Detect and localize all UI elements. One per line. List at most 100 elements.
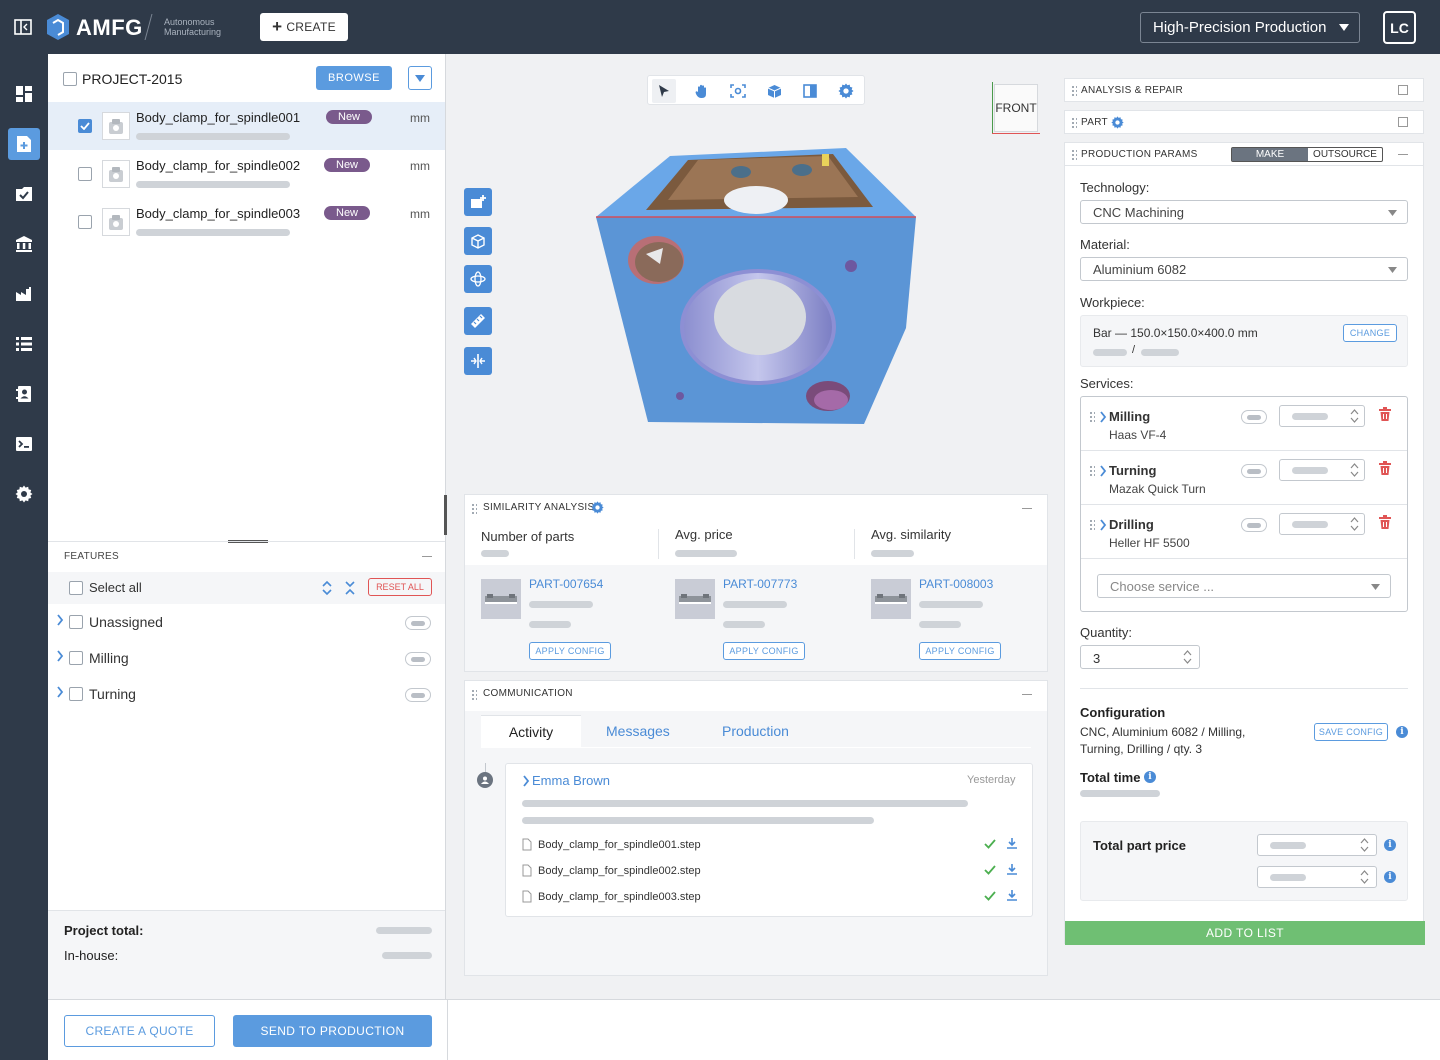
quantity-stepper[interactable]: 3	[1080, 645, 1200, 669]
panel-resize-handle[interactable]	[444, 495, 447, 535]
project-checkbox[interactable]	[63, 72, 77, 86]
service-toggle[interactable]	[1241, 410, 1267, 424]
stepper-arrows-icon[interactable]	[1360, 837, 1369, 853]
collapse-icon[interactable]	[422, 556, 432, 557]
fit-view-icon[interactable]	[726, 79, 750, 103]
price-stepper[interactable]	[1257, 834, 1377, 856]
stepper-arrows-icon[interactable]	[1183, 649, 1192, 665]
drag-handle-icon[interactable]	[471, 689, 477, 700]
gear-icon[interactable]	[1111, 116, 1124, 129]
collapse-icon[interactable]	[1022, 508, 1032, 509]
service-row[interactable]: Drilling Heller HF 5500	[1081, 505, 1407, 559]
user-avatar[interactable]: LC	[1383, 11, 1416, 44]
activity-author[interactable]: Emma Brown	[532, 773, 610, 788]
attached-file[interactable]: Body_clamp_for_spindle001.step	[522, 835, 1022, 857]
part-checkbox[interactable]	[78, 119, 92, 133]
similar-part-id[interactable]: PART-007654	[529, 577, 603, 591]
stepper-arrows-icon[interactable]	[1360, 869, 1369, 885]
service-stepper[interactable]	[1279, 405, 1365, 427]
tab-production[interactable]: Production	[722, 723, 789, 739]
gear-icon[interactable]	[834, 79, 858, 103]
part-row[interactable]: Body_clamp_for_spindle001 New mm	[48, 102, 445, 150]
create-quote-button[interactable]: CREATE A QUOTE	[64, 1015, 215, 1047]
view-cube[interactable]: FRONT	[990, 78, 1040, 134]
factory-icon[interactable]	[8, 278, 40, 310]
collapse-icon[interactable]	[1022, 694, 1032, 695]
ruler-icon[interactable]	[464, 307, 492, 335]
collapse-sidebar-icon[interactable]	[14, 19, 32, 35]
solid-view-icon[interactable]	[762, 79, 786, 103]
gear-icon[interactable]	[8, 478, 40, 510]
part-checkbox[interactable]	[78, 215, 92, 229]
orders-icon[interactable]	[8, 178, 40, 210]
apply-config-button[interactable]: APPLY CONFIG	[529, 642, 611, 660]
info-icon[interactable]: i	[1384, 839, 1396, 851]
project-dropdown-button[interactable]	[408, 66, 432, 90]
outsource-option[interactable]: OUTSOURCE	[1308, 148, 1382, 161]
browse-button[interactable]: BROWSE	[316, 66, 392, 90]
similar-part-id[interactable]: PART-008003	[919, 577, 993, 591]
save-config-button[interactable]: SAVE CONFIG	[1314, 723, 1388, 741]
feature-checkbox[interactable]	[69, 651, 83, 665]
part-row[interactable]: Body_clamp_for_spindle003 New mm	[48, 198, 445, 246]
service-toggle[interactable]	[1241, 518, 1267, 532]
part-3d-model[interactable]	[588, 142, 928, 432]
drag-handle-icon[interactable]	[471, 503, 477, 514]
collapse-icon[interactable]	[1398, 154, 1408, 155]
select-all-checkbox[interactable]	[69, 581, 83, 595]
feature-checkbox[interactable]	[69, 615, 83, 629]
attached-file[interactable]: Body_clamp_for_spindle003.step	[522, 887, 1022, 909]
list-icon[interactable]	[8, 328, 40, 360]
drag-handle-icon[interactable]	[1071, 85, 1077, 96]
feature-checkbox[interactable]	[69, 687, 83, 701]
part-checkbox[interactable]	[78, 167, 92, 181]
similar-part-id[interactable]: PART-007773	[723, 577, 797, 591]
info-icon[interactable]: i	[1144, 771, 1156, 783]
expand-icon[interactable]	[1398, 117, 1408, 127]
reset-all-button[interactable]: RESET ALL	[368, 578, 432, 596]
stepper-arrows-icon[interactable]	[1350, 408, 1359, 424]
material-select[interactable]: Aluminium 6082	[1080, 257, 1408, 281]
attached-file[interactable]: Body_clamp_for_spindle002.step	[522, 861, 1022, 883]
technology-select[interactable]: CNC Machining	[1080, 200, 1408, 224]
feature-row[interactable]: Milling	[48, 642, 445, 676]
drag-handle-icon[interactable]	[1089, 465, 1095, 476]
part-row[interactable]: Body_clamp_for_spindle002 New mm	[48, 150, 445, 198]
info-icon[interactable]: i	[1396, 726, 1408, 738]
gear-icon[interactable]	[591, 501, 604, 514]
feature-row[interactable]: Unassigned	[48, 606, 445, 640]
stepper-arrows-icon[interactable]	[1350, 462, 1359, 478]
service-row[interactable]: Milling Haas VF-4	[1081, 397, 1407, 451]
split-icon[interactable]	[464, 347, 492, 375]
collapse-all-icon[interactable]	[344, 580, 356, 596]
view-cube-face[interactable]: FRONT	[994, 84, 1038, 132]
tab-messages[interactable]: Messages	[606, 723, 670, 739]
feature-toggle[interactable]	[405, 652, 431, 666]
part-header[interactable]: PART	[1064, 110, 1424, 134]
analysis-repair-header[interactable]: ANALYSIS & REPAIR	[1064, 78, 1424, 102]
price-stepper[interactable]	[1257, 866, 1377, 888]
pan-tool-icon[interactable]	[690, 79, 714, 103]
chevron-right-icon[interactable]	[1099, 519, 1107, 531]
apply-config-button[interactable]: APPLY CONFIG	[723, 642, 805, 660]
expand-all-icon[interactable]	[321, 580, 333, 596]
trash-icon[interactable]	[1379, 407, 1391, 421]
new-part-icon[interactable]	[8, 128, 40, 160]
orbit-icon[interactable]	[464, 265, 492, 293]
chevron-right-icon[interactable]	[56, 614, 64, 626]
download-icon[interactable]	[1006, 837, 1018, 850]
service-stepper[interactable]	[1279, 459, 1365, 481]
tab-activity[interactable]: Activity	[481, 715, 581, 747]
service-stepper[interactable]	[1279, 513, 1365, 535]
contacts-icon[interactable]	[8, 378, 40, 410]
dashboard-icon[interactable]	[8, 78, 40, 110]
feature-row[interactable]: Turning	[48, 678, 445, 712]
add-to-list-button[interactable]: ADD TO LIST	[1065, 921, 1425, 945]
service-row[interactable]: Turning Mazak Quick Turn	[1081, 451, 1407, 505]
chevron-right-icon[interactable]	[1099, 411, 1107, 423]
send-to-production-button[interactable]: SEND TO PRODUCTION	[233, 1015, 432, 1047]
chevron-right-icon[interactable]	[56, 650, 64, 662]
drag-handle-icon[interactable]	[1071, 149, 1077, 160]
trash-icon[interactable]	[1379, 461, 1391, 475]
apply-config-button[interactable]: APPLY CONFIG	[919, 642, 1001, 660]
